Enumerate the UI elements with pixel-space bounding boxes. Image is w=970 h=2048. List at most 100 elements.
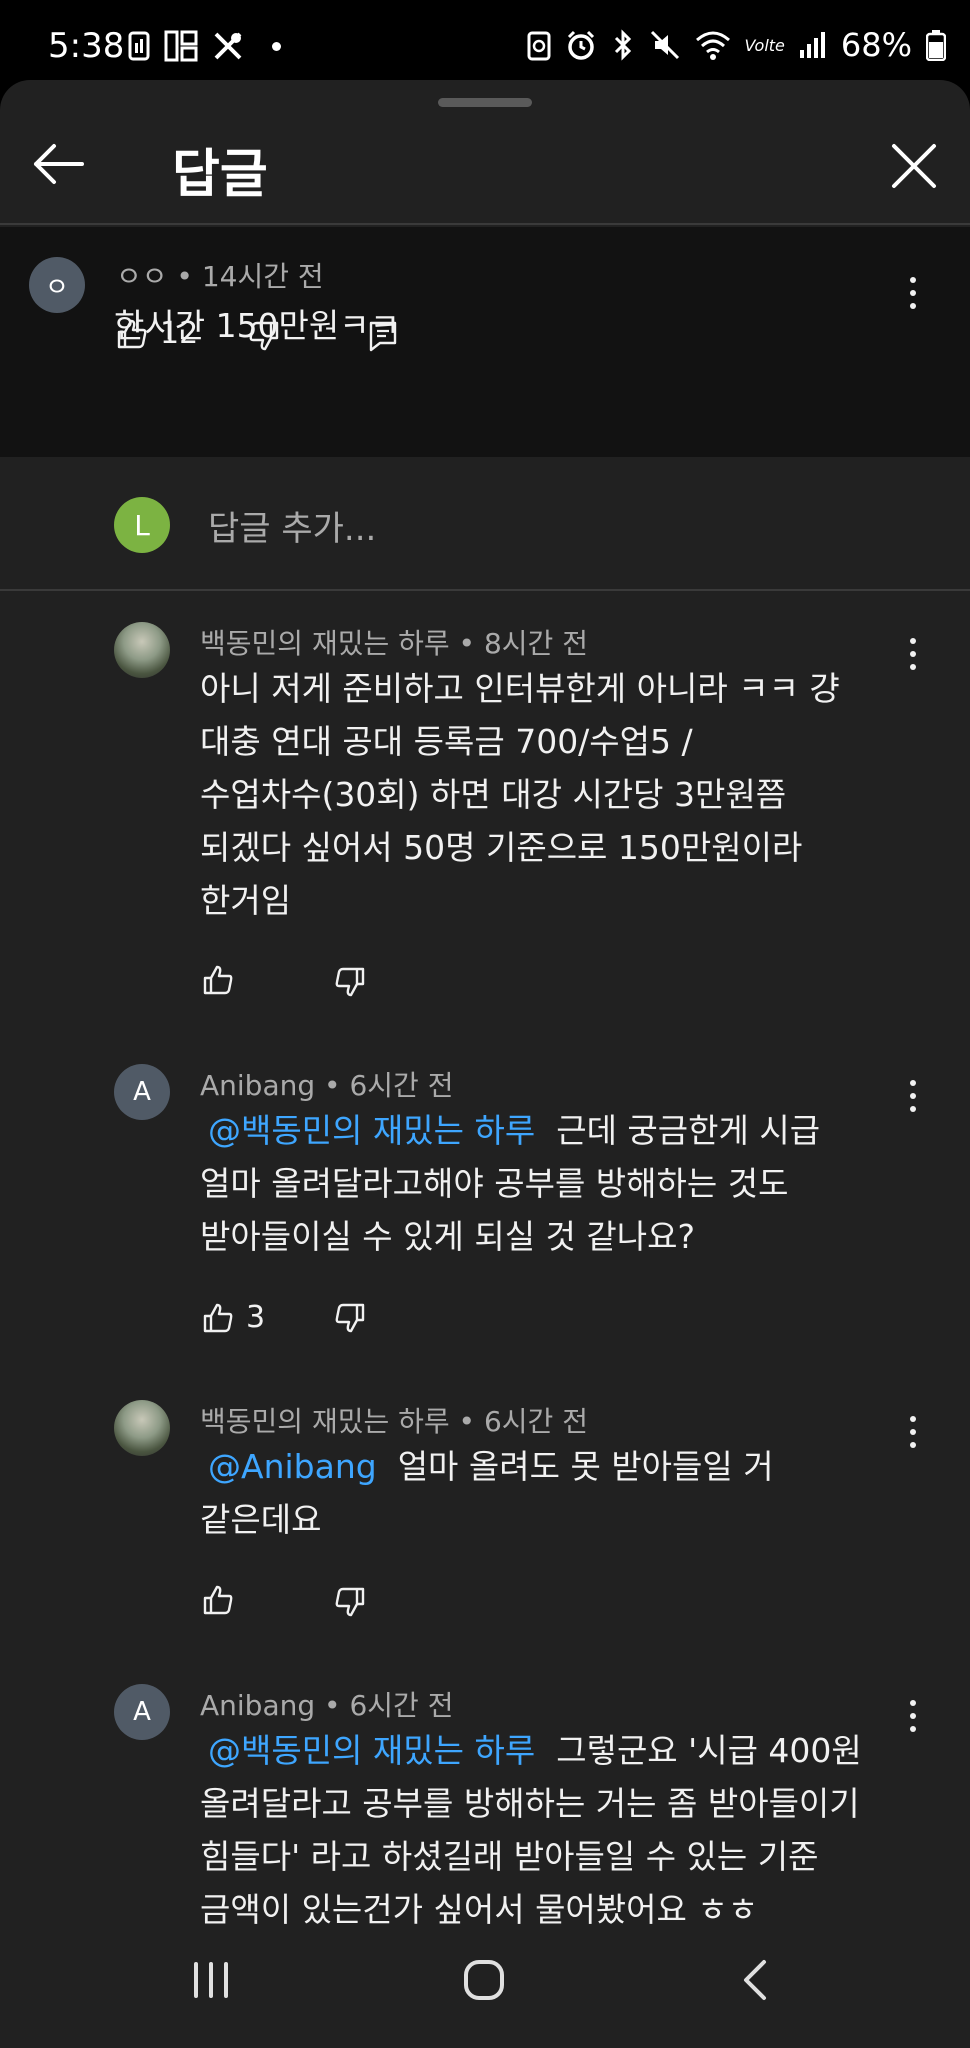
- bluetooth-icon: [614, 29, 631, 61]
- more-options-button[interactable]: [898, 634, 928, 674]
- dot-icon: [910, 1700, 916, 1706]
- dislike-button[interactable]: [334, 1302, 366, 1334]
- mute-icon: [650, 30, 679, 60]
- comment-meta: 백동민의 재밌는 하루 • 8시간 전: [200, 627, 588, 660]
- comment-icon: [369, 321, 397, 352]
- more-options-button[interactable]: [898, 347, 928, 387]
- dot-icon: [910, 1713, 916, 1719]
- reply-button[interactable]: [368, 320, 398, 352]
- comment-time: 14시간 전: [201, 260, 324, 293]
- add-reply-input[interactable]: 답글 추가...: [208, 501, 376, 550]
- dislike-button[interactable]: [334, 1586, 366, 1618]
- battery-icon: [926, 30, 946, 61]
- comment-text: @백동민의 재밌는 하루 그렇군요 '시급 400원 올려달라고 공부를 방해하…: [200, 1724, 940, 1936]
- comment-author[interactable]: Anibang: [200, 1069, 315, 1102]
- comment-line: 그렇군요 '시급 400원: [556, 1731, 862, 1770]
- home-button[interactable]: [462, 1958, 506, 2006]
- comment-line: 대충 연대 공대 등록금 700/수업5 /: [200, 722, 693, 761]
- comment-author[interactable]: Anibang: [200, 1689, 315, 1722]
- avatar-letter: L: [134, 508, 150, 542]
- arrow-left-icon: [34, 144, 84, 184]
- comment-line: 금액이 있는건가 싶어서 물어봤어요 ㅎㅎ: [200, 1890, 759, 1929]
- avatar[interactable]: A: [114, 1684, 170, 1740]
- close-icon: [892, 144, 936, 188]
- comment-line: 받아들이실 수 있게 되실 것 같나요?: [200, 1217, 696, 1256]
- avatar[interactable]: [114, 1400, 170, 1456]
- battery-percent: 68%: [840, 26, 912, 64]
- avatar[interactable]: A: [114, 1064, 170, 1120]
- dot-icon: [910, 664, 916, 670]
- comment-author[interactable]: 백동민의 재밌는 하루: [200, 1405, 450, 1438]
- recent-apps-icon: [194, 1962, 228, 1998]
- like-button[interactable]: [202, 1584, 234, 1616]
- signal-icon: [799, 32, 825, 58]
- mention-link[interactable]: @백동민의 재밌는 하루: [208, 1731, 535, 1770]
- grid-icon: [164, 30, 198, 62]
- avatar-letter: ㅇ: [45, 272, 69, 303]
- user-avatar: L: [114, 497, 170, 553]
- like-button[interactable]: [202, 964, 234, 996]
- dot-icon: [910, 290, 916, 296]
- nav-back-button[interactable]: [740, 1958, 770, 2006]
- more-options-button[interactable]: [898, 1412, 928, 1452]
- navigation-bar: [0, 1930, 970, 2048]
- like-count: 12: [160, 316, 199, 351]
- dot-icon: [910, 1093, 916, 1099]
- comment-time: 6시간 전: [349, 1069, 454, 1102]
- chevron-left-icon: [744, 1960, 766, 2000]
- recycle-icon: [527, 31, 551, 61]
- dot-icon: [910, 1429, 916, 1435]
- dot-icon: [910, 651, 916, 657]
- back-button[interactable]: [30, 142, 86, 186]
- dot-icon: [910, 1442, 916, 1448]
- comment-meta: 백동민의 재밌는 하루 • 6시간 전: [200, 1405, 588, 1438]
- thumb-up-icon: [203, 1585, 233, 1615]
- dot-icon: [910, 303, 916, 309]
- comment-line: 같은데요: [200, 1500, 322, 1539]
- comment-author[interactable]: 백동민의 재밌는 하루: [200, 627, 450, 660]
- like-count: 3: [246, 1300, 266, 1335]
- dislike-button[interactable]: [248, 320, 280, 352]
- thumb-up-icon: [203, 965, 233, 995]
- volte-label: Volte: [744, 35, 785, 55]
- comment-line: 아니 저게 준비하고 인터뷰한게 아니라 ㅋㅋ 걍: [200, 669, 840, 708]
- dot-icon: [910, 1416, 916, 1422]
- thumb-down-icon: [249, 321, 279, 351]
- header: 답글: [0, 80, 970, 225]
- tools-icon: [214, 32, 242, 60]
- dislike-button[interactable]: [334, 966, 366, 998]
- avatar[interactable]: [114, 622, 170, 678]
- mention-link[interactable]: @백동민의 재밌는 하루: [208, 1111, 535, 1150]
- recent-apps-button[interactable]: [190, 1960, 232, 2004]
- status-time: 5:38: [48, 26, 125, 66]
- comment-meta: ㅇㅇ • 14시간 전: [116, 260, 324, 293]
- thumb-down-icon: [335, 1303, 365, 1333]
- status-left-icons: [128, 28, 281, 64]
- comment-line: 얼마 올려도 못 받아들일 거: [397, 1447, 774, 1486]
- thumb-down-icon: [335, 967, 365, 997]
- avatar[interactable]: ㅇ: [29, 257, 85, 313]
- close-button[interactable]: [888, 140, 940, 192]
- comment-text: 아니 저게 준비하고 인터뷰한게 아니라 ㅋㅋ 걍 대충 연대 공대 등록금 7…: [200, 662, 900, 927]
- more-options-button[interactable]: [898, 1076, 928, 1116]
- like-button[interactable]: 3: [202, 1300, 265, 1335]
- comment-line: 되겠다 싶어서 50명 기준으로 150만원이라: [200, 828, 803, 867]
- replies-sheet: 답글 ㅇ ㅇㅇ • 14시간 전 한시간 150만원ㅋㅋ 12 L 답글 추가.…: [0, 80, 970, 2048]
- sim-icon: [128, 31, 150, 61]
- add-reply-row: L 답글 추가...: [0, 457, 970, 591]
- notification-dot-icon: [272, 41, 281, 51]
- avatar-letter: A: [133, 1697, 151, 1727]
- comment-line: 수업차수(30회) 하면 대강 시간당 3만원쯤: [200, 775, 787, 814]
- comment-time: 6시간 전: [483, 1405, 588, 1438]
- thumb-down-icon: [335, 1587, 365, 1617]
- comment-author[interactable]: ㅇㅇ: [116, 260, 168, 293]
- comment-text: @Anibang 얼마 올려도 못 받아들일 거 같은데요: [200, 1440, 900, 1546]
- mention-link[interactable]: @Anibang: [208, 1447, 377, 1486]
- more-options-button[interactable]: [898, 273, 928, 313]
- comment-line: 근데 궁금한게 시급: [556, 1111, 821, 1150]
- comment-line: 올려달라고 공부를 방해하는 거는 좀 받아들이기: [200, 1784, 860, 1823]
- comment-line: 얼마 올려달라고해야 공부를 방해하는 것도: [200, 1164, 789, 1203]
- avatar-letter: A: [133, 1077, 151, 1107]
- dot-icon: [910, 1106, 916, 1112]
- like-button[interactable]: 12: [116, 316, 198, 351]
